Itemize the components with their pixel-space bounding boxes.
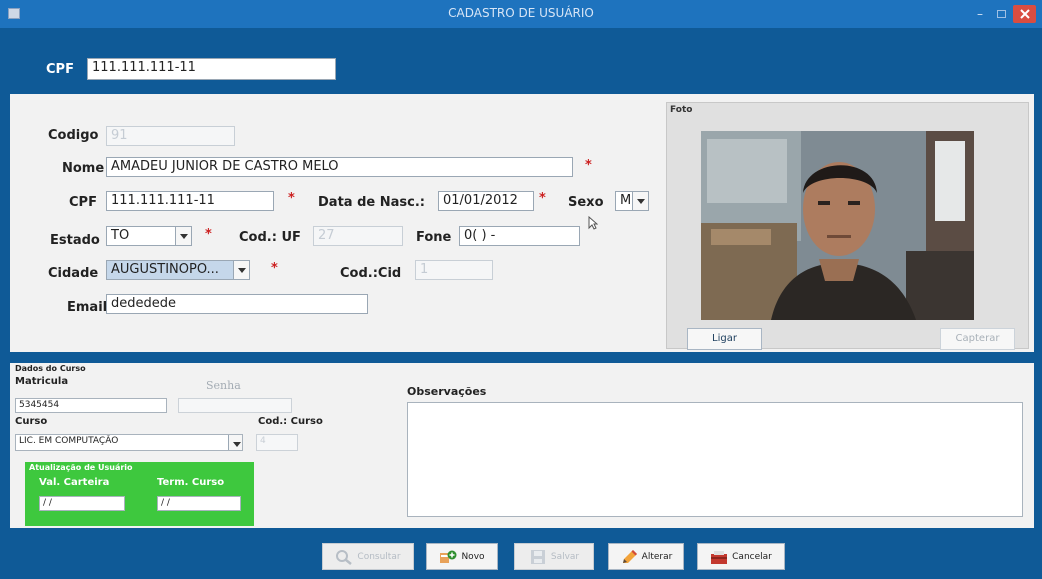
minimize-button[interactable]: – (972, 6, 988, 22)
search-icon (336, 549, 353, 565)
curso-select[interactable]: LIC. EM COMPUTAÇÃO (15, 434, 243, 451)
estado-required-mark: * (205, 227, 212, 242)
window-title: CADASTRO DE USUÁRIO (448, 6, 594, 20)
data-nasc-field[interactable]: 01/01/2012 (438, 191, 534, 211)
maximize-button[interactable] (994, 6, 1008, 22)
data-nasc-required-mark: * (539, 191, 546, 206)
sexo-value: M (620, 193, 632, 208)
email-field[interactable]: dededede (106, 294, 368, 314)
sexo-label: Sexo (568, 195, 604, 210)
salvar-label: Salvar (550, 551, 580, 562)
cidade-value: AUGUSTINOPO... (111, 262, 219, 277)
observacoes-textarea[interactable] (407, 402, 1023, 517)
new-user-icon (440, 550, 457, 563)
codigo-label: Codigo (48, 128, 99, 143)
pencil-icon (622, 549, 637, 563)
cod-uf-label: Cod.: UF (239, 230, 301, 245)
atualizacao-usuario-panel: Atualização de Usuário Val. Carteira Ter… (25, 462, 254, 526)
sexo-select[interactable]: M (615, 191, 649, 211)
dados-curso-title: Dados do Curso (15, 364, 86, 373)
term-curso-label: Term. Curso (157, 477, 225, 488)
close-icon (1019, 9, 1030, 19)
cpf-field[interactable]: 111.111.111-11 (106, 191, 274, 211)
nome-required-mark: * (585, 158, 592, 173)
foto-label: Foto (670, 105, 693, 115)
alterar-button[interactable]: Alterar (608, 543, 684, 570)
main-window: CADASTRO DE USUÁRIO – CPF 111.111.111-11… (0, 0, 1042, 579)
curso-label: Curso (15, 416, 48, 427)
webcam-preview (701, 131, 974, 320)
val-carteira-field[interactable]: / / (39, 496, 125, 511)
codigo-field[interactable]: 91 (106, 126, 235, 146)
mouse-cursor-icon (588, 216, 598, 230)
data-nasc-label: Data de Nasc.: (318, 195, 425, 210)
alterar-label: Alterar (641, 551, 673, 562)
cod-cid-label: Cod.:Cid (340, 266, 402, 281)
cpf-search-label: CPF (46, 62, 74, 77)
estado-label: Estado (50, 233, 100, 248)
fone-field[interactable]: 0( ) - (459, 226, 580, 246)
maximize-icon (996, 10, 1006, 18)
cpf-required-mark: * (288, 191, 295, 206)
cidade-select[interactable]: AUGUSTINOPO... (106, 260, 250, 280)
cpf-search-input[interactable]: 111.111.111-11 (87, 58, 336, 80)
estado-value: TO (111, 228, 130, 243)
ligar-button[interactable]: Ligar (687, 328, 762, 350)
save-icon (530, 549, 545, 564)
consultar-label: Consultar (357, 551, 401, 562)
matricula-field[interactable]: 5345454 (15, 398, 167, 413)
chevron-down-icon[interactable] (175, 227, 191, 245)
cpf-label: CPF (69, 195, 97, 210)
cod-curso-field[interactable]: 4 (256, 434, 298, 451)
cod-cid-field[interactable]: 1 (415, 260, 493, 280)
senha-field[interactable] (178, 398, 292, 413)
chevron-down-icon[interactable] (233, 261, 249, 279)
val-carteira-label: Val. Carteira (39, 477, 110, 488)
matricula-label: Matricula (15, 376, 69, 387)
personal-data-panel: Codigo 91 Nome AMADEU JUNIOR DE CASTRO M… (10, 94, 1034, 352)
fone-label: Fone (416, 230, 452, 245)
title-bar: CADASTRO DE USUÁRIO – (0, 0, 1042, 28)
foto-panel: Foto Ligar Capterar (666, 102, 1029, 350)
atualizacao-title: Atualização de Usuário (29, 463, 133, 472)
course-data-panel: Dados do Curso Matricula 5345454 Senha C… (10, 363, 1034, 528)
cod-uf-field[interactable]: 27 (313, 226, 403, 246)
email-label: Email (67, 300, 108, 315)
chevron-down-icon[interactable] (228, 435, 242, 450)
curso-value: LIC. EM COMPUTAÇÃO (19, 436, 119, 446)
close-button[interactable] (1013, 5, 1036, 23)
cancelar-label: Cancelar (732, 551, 772, 562)
webcam-image (701, 131, 974, 320)
cancel-icon (711, 550, 728, 564)
salvar-button[interactable]: Salvar (514, 543, 594, 570)
nome-field[interactable]: AMADEU JUNIOR DE CASTRO MELO (106, 157, 573, 177)
senha-label: Senha (206, 379, 241, 392)
estado-select[interactable]: TO (106, 226, 192, 246)
chevron-down-icon[interactable] (632, 192, 648, 210)
observacoes-label: Observações (407, 385, 487, 398)
cpf-search-bar: CPF 111.111.111-11 (0, 28, 1042, 94)
cod-curso-label: Cod.: Curso (258, 416, 323, 427)
consultar-button[interactable]: Consultar (322, 543, 414, 570)
novo-button[interactable]: Novo (426, 543, 498, 570)
capturar-button[interactable]: Capterar (940, 328, 1015, 350)
nome-label: Nome (62, 161, 105, 176)
cidade-required-mark: * (271, 261, 278, 276)
cancelar-button[interactable]: Cancelar (697, 543, 785, 570)
cidade-label: Cidade (48, 266, 99, 281)
term-curso-field[interactable]: / / (157, 496, 241, 511)
novo-label: Novo (461, 551, 485, 562)
